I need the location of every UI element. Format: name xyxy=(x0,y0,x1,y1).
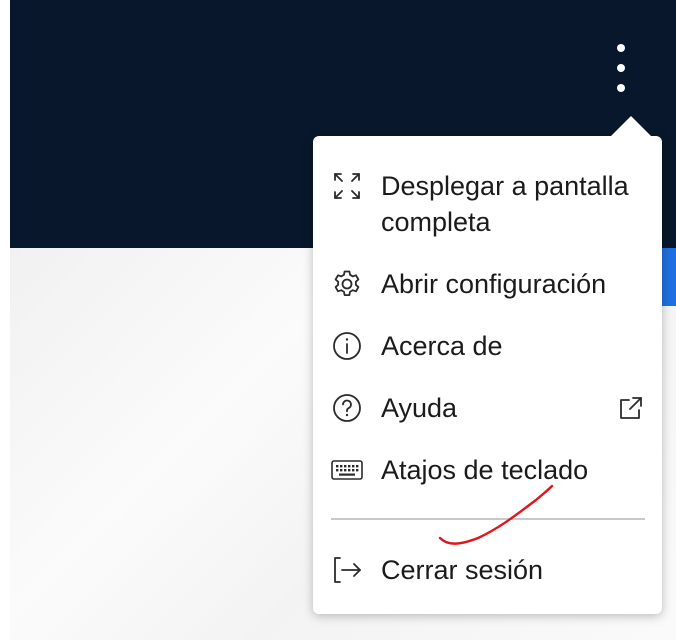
menu-item-label: Atajos de teclado xyxy=(381,455,589,485)
kebab-dot xyxy=(617,84,625,92)
options-dropdown-menu: Desplegar a pantalla completa Abrir conf… xyxy=(313,116,662,614)
external-link-icon xyxy=(613,390,649,426)
expand-icon xyxy=(329,168,365,204)
menu-caret xyxy=(611,116,651,136)
keyboard-icon xyxy=(329,452,365,488)
menu-item-label: Ayuda xyxy=(381,393,458,423)
menu-item-label: Desplegar a pantalla completa xyxy=(381,171,629,237)
kebab-dot xyxy=(617,64,625,72)
menu-item-help[interactable]: Ayuda xyxy=(313,388,662,428)
gear-icon xyxy=(329,266,365,302)
logout-icon xyxy=(329,552,365,588)
menu-item-about[interactable]: Acerca de xyxy=(313,326,662,366)
info-icon xyxy=(329,328,365,364)
app-page: Desplegar a pantalla completa Abrir conf… xyxy=(0,0,676,640)
help-icon xyxy=(329,390,365,426)
more-options-button[interactable] xyxy=(606,44,636,92)
menu-item-label: Cerrar sesión xyxy=(381,555,544,585)
left-edge xyxy=(0,0,10,640)
menu-item-logout[interactable]: Cerrar sesión xyxy=(313,550,662,590)
kebab-dot xyxy=(617,44,625,52)
menu-item-label: Abrir configuración xyxy=(381,269,607,299)
menu-item-settings[interactable]: Abrir configuración xyxy=(313,264,662,304)
menu-item-fullscreen[interactable]: Desplegar a pantalla completa xyxy=(313,168,662,244)
menu-item-keyboard-shortcuts[interactable]: Atajos de teclado xyxy=(313,450,662,490)
menu-divider xyxy=(331,518,645,520)
menu-item-label: Acerca de xyxy=(381,331,503,361)
